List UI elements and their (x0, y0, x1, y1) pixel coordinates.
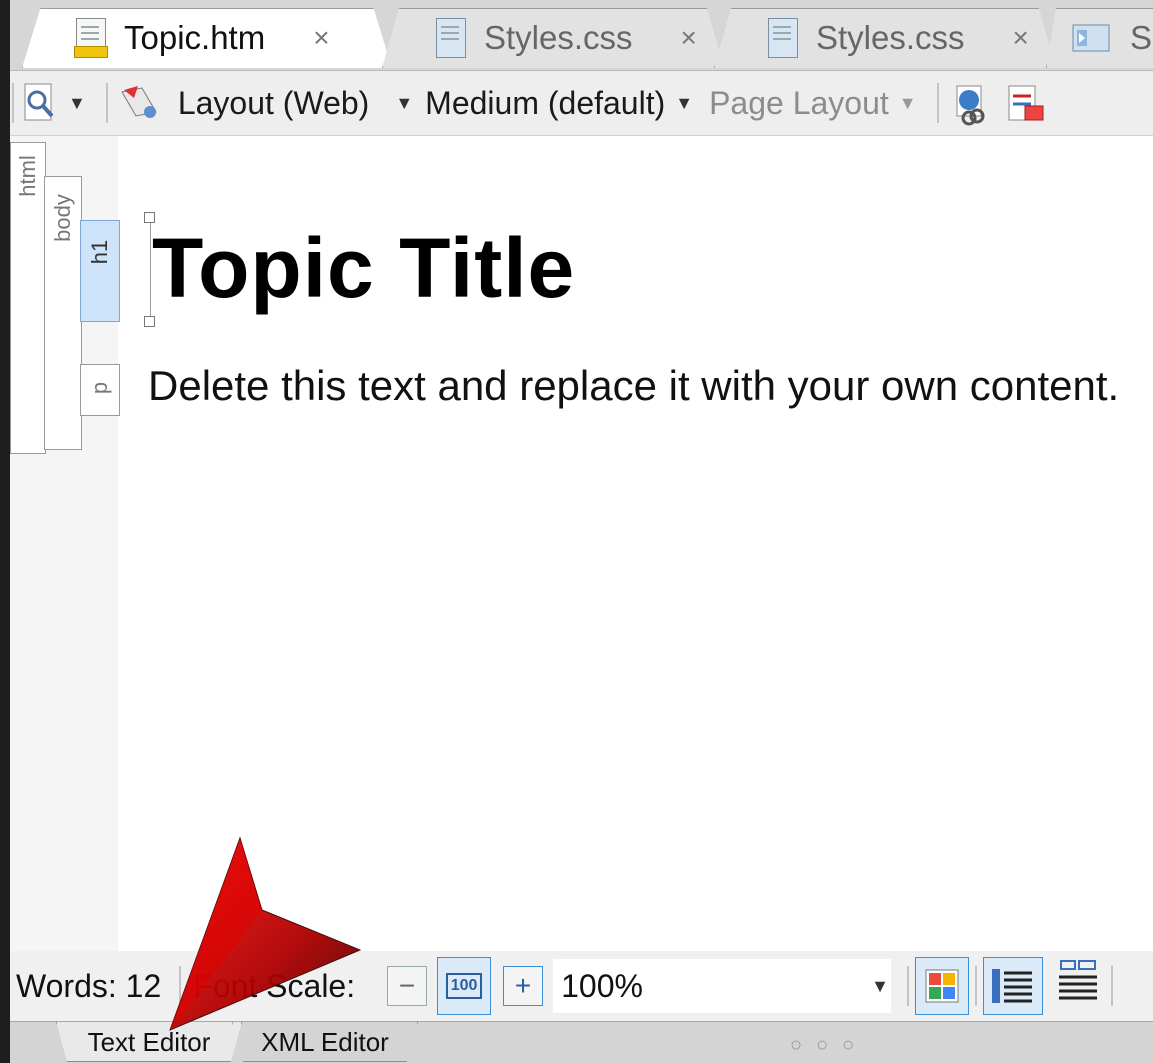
pin-tool-icon (121, 86, 157, 118)
close-icon[interactable]: × (1013, 22, 1029, 54)
resize-grip[interactable]: ○○○ (790, 1034, 868, 1057)
tab-label: Styles.css (484, 19, 633, 56)
structure-bar-h1[interactable]: h1 (80, 220, 120, 322)
medium-label: Medium (default) (425, 84, 666, 121)
skin-file-icon (1072, 24, 1110, 52)
tab-topic-htm[interactable]: Topic.htm × (22, 8, 392, 68)
selection-frame (150, 218, 151, 320)
tab-text-editor[interactable]: Text Editor (56, 1022, 242, 1062)
document-tabbar: Topic.htm × Styles.css × Styles.css × S (10, 0, 1153, 71)
preview-button[interactable]: ▼ (22, 82, 98, 124)
document-editor[interactable]: html body h1 p Topic Title Delete this t… (10, 136, 1153, 951)
css-file-icon (766, 18, 798, 58)
structure-bars-button[interactable] (982, 957, 1043, 1015)
close-icon[interactable]: × (313, 22, 329, 54)
link-button[interactable] (953, 84, 987, 126)
color-blocks-icon (925, 969, 959, 1003)
chevron-down-icon[interactable]: ▼ (899, 93, 917, 114)
tab-label: S (1130, 19, 1153, 56)
globe-link-icon (956, 85, 985, 126)
span-bars-button[interactable] (1055, 959, 1101, 1013)
preview-icon (24, 83, 54, 121)
medium-dropdown[interactable]: Medium (default) ▼ (425, 85, 705, 122)
structure-bar-html[interactable]: html (10, 142, 46, 454)
chevron-down-icon[interactable]: ▼ (68, 93, 86, 114)
close-icon[interactable]: × (681, 22, 697, 54)
compare-button[interactable] (1007, 84, 1044, 122)
structure-bar-body[interactable]: body (44, 176, 82, 450)
tab-xml-editor[interactable]: XML Editor (232, 1022, 418, 1062)
layout-label: Layout (Web) (177, 84, 370, 121)
font-scale-increase-button[interactable]: + (503, 966, 544, 1006)
chevron-down-icon[interactable]: ▼ (675, 93, 693, 114)
body-paragraph[interactable]: Delete this text and replace it with you… (148, 362, 1119, 410)
font-scale-label: Font Scale: (193, 967, 356, 1004)
tab-styles-css-1[interactable]: Styles.css × (382, 8, 724, 68)
font-scale-decrease-button[interactable]: − (387, 966, 428, 1006)
zoom-field[interactable]: 100% (553, 959, 892, 1013)
zoom-value: 100% (561, 967, 643, 1004)
tab-skin[interactable]: S (1046, 8, 1153, 68)
tab-label: Topic.htm (124, 19, 266, 56)
editor-toolbar: ▼ Layout (Web) ▼ Medium (default) ▼ Page… (10, 71, 1153, 136)
tab-label: Styles.css (816, 19, 965, 56)
page-layout-label: Page Layout (709, 84, 889, 121)
tab-styles-css-2[interactable]: Styles.css × (714, 8, 1056, 68)
selection-handle[interactable] (144, 316, 155, 327)
track-changes-icon (1008, 85, 1044, 121)
chevron-down-icon[interactable]: ▼ (871, 976, 889, 997)
css-file-icon (434, 18, 466, 58)
editor-statusbar: Words: 12 Font Scale: − 100 + 100% ▼ (10, 952, 1153, 1020)
layout-dropdown[interactable]: Layout (Web) ▼ (116, 82, 425, 124)
font-scale-reset-button[interactable]: 100 (437, 957, 492, 1015)
span-bars-icon (1058, 960, 1097, 1000)
structure-bars-icon (991, 969, 1032, 1003)
page-layout-dropdown[interactable]: Page Layout ▼ (709, 85, 929, 122)
word-count: Words: 12 (16, 967, 162, 1004)
chevron-down-icon[interactable]: ▼ (395, 93, 413, 114)
topic-title-heading[interactable]: Topic Title (152, 220, 575, 317)
html-file-icon (74, 18, 108, 58)
editor-mode-tabs: Text Editor XML Editor ○○○ (10, 1021, 1153, 1063)
structure-bar-p[interactable]: p (80, 364, 120, 416)
show-blocks-button[interactable] (914, 957, 969, 1015)
editor-window: Topic.htm × Styles.css × Styles.css × S … (10, 0, 1153, 1063)
structure-bar-gutter: html body h1 p (10, 136, 120, 951)
